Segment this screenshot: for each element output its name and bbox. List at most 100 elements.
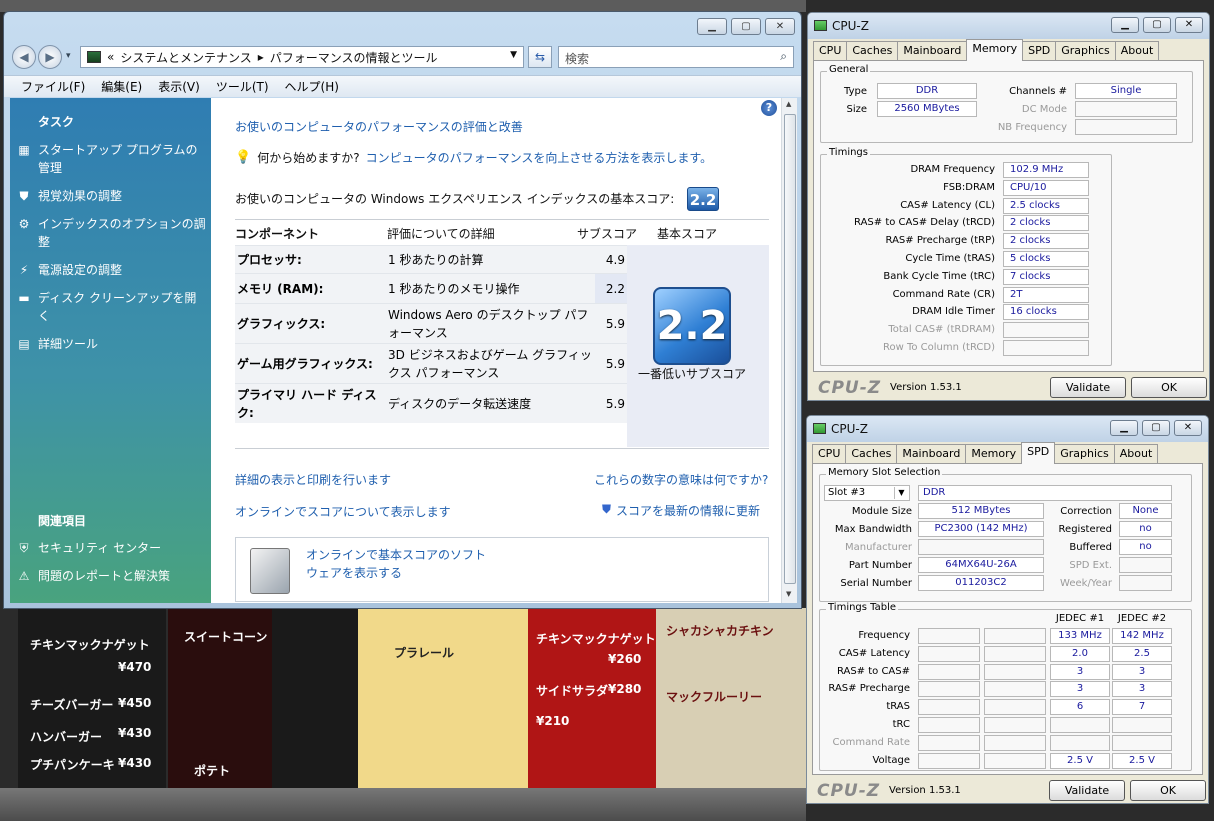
address-dropdown-icon[interactable]: ▼: [510, 50, 517, 60]
tab-spd[interactable]: SPD: [1022, 41, 1057, 61]
history-dropdown-icon[interactable]: ▾: [66, 51, 71, 61]
maximize-button[interactable]: ▢: [1143, 17, 1171, 33]
empty-timing-cell: [918, 663, 980, 680]
tab-memory[interactable]: Memory: [965, 444, 1023, 464]
search-input[interactable]: 検索 ⌕: [558, 46, 794, 68]
validate-button[interactable]: Validate: [1050, 377, 1126, 398]
task-disk-cleanup[interactable]: ▬ ディスク クリーンアップを開く: [16, 289, 206, 325]
menu-edit[interactable]: 編集(E): [101, 78, 142, 95]
menu-panel: チキンマックナゲット チーズバーガー ¥450 ハンバーガー ¥430 プチパン…: [18, 608, 166, 788]
tab-graphics[interactable]: Graphics: [1055, 41, 1116, 61]
refresh-score-link[interactable]: ⛊ スコアを最新の情報に更新: [602, 502, 760, 519]
tab-caches[interactable]: Caches: [845, 444, 898, 464]
search-icon[interactable]: ⌕: [780, 49, 787, 64]
menu-help[interactable]: ヘルプ(H): [285, 78, 339, 95]
meaning-link[interactable]: これらの数字の意味は何ですか?: [594, 471, 768, 488]
menu-file[interactable]: ファイル(F): [21, 78, 85, 95]
window-controls: ▁ ▢ ✕: [1110, 420, 1202, 436]
task-startup-programs[interactable]: ▦ スタートアップ プログラムの管理: [16, 141, 206, 177]
breadcrumb-separator[interactable]: ▸: [258, 50, 264, 64]
tab-cpu[interactable]: CPU: [812, 444, 847, 464]
serial-number-value: 011203C2: [918, 575, 1044, 591]
tab-memory[interactable]: Memory: [966, 39, 1024, 61]
related-problem-reports[interactable]: ⚠ 問題のレポートと解決策: [16, 567, 206, 585]
ok-button[interactable]: OK: [1131, 377, 1207, 398]
software-promo-link[interactable]: オンラインで基本スコアのソフトウェアを表示する: [306, 546, 496, 582]
minimize-button[interactable]: ▁: [697, 18, 727, 35]
back-button[interactable]: ◀: [12, 45, 36, 69]
menu-text: サイドサラダ: [536, 684, 609, 698]
software-promo-box[interactable]: オンラインで基本スコアのソフトウェアを表示する: [235, 537, 769, 602]
ok-button[interactable]: OK: [1130, 780, 1206, 801]
empty-timing-cell: [918, 681, 980, 698]
menu-tools[interactable]: ツール(T): [216, 78, 269, 95]
jedec2-value: 2.5 V: [1112, 752, 1172, 769]
menu-text: マックフルーリー: [666, 690, 763, 704]
rate-improve-link[interactable]: お使いのコンピュータのパフォーマンスの評価と改善: [235, 118, 523, 135]
component-detail: 3D ビジネスおよびゲーム グラフィックス パフォーマンス: [388, 348, 592, 380]
size-value: 2560 MBytes: [877, 101, 977, 117]
tip-link[interactable]: コンピュータのパフォーマンスを向上させる方法を表示します。: [366, 149, 713, 166]
group-title: Timings Table: [826, 602, 899, 613]
minimize-button[interactable]: ▁: [1110, 420, 1138, 436]
menu-text: ポテト: [194, 764, 231, 778]
tab-about[interactable]: About: [1113, 444, 1159, 464]
close-button[interactable]: ✕: [1174, 420, 1202, 436]
group-title: Memory Slot Selection: [826, 467, 943, 478]
component-name: ゲーム用グラフィックス:: [237, 357, 373, 371]
header-detail: 評価についての詳細: [387, 227, 495, 241]
power-icon: ⚡: [19, 263, 29, 277]
scroll-up-icon[interactable]: ▲: [786, 100, 791, 108]
close-button[interactable]: ✕: [765, 18, 795, 35]
task-visual-effects[interactable]: ⛊ 視覚効果の調整: [16, 187, 206, 205]
window-controls: ▁ ▢ ✕: [1111, 17, 1203, 33]
jedec1-value: 3: [1050, 663, 1110, 680]
refresh-score-label: スコアを最新の情報に更新: [616, 504, 761, 518]
slot-select[interactable]: Slot #3 ▼: [824, 485, 910, 501]
validate-button[interactable]: Validate: [1049, 780, 1125, 801]
maximize-button[interactable]: ▢: [731, 18, 761, 35]
address-bar[interactable]: « システムとメンテナンス ▸ パフォーマンスの情報とツール ▼: [80, 46, 524, 68]
tab-about[interactable]: About: [1114, 41, 1160, 61]
startup-icon: ▦: [18, 143, 30, 157]
tab-spd[interactable]: SPD: [1021, 442, 1056, 464]
help-icon[interactable]: ?: [761, 100, 777, 116]
menu-text: ¥450: [118, 696, 152, 710]
menu-text: プラレール: [394, 646, 455, 660]
task-label: 視覚効果の調整: [38, 189, 123, 203]
related-security-center[interactable]: ⛨ セキュリティ センター: [16, 539, 206, 557]
task-power-settings[interactable]: ⚡ 電源設定の調整: [16, 261, 206, 279]
task-advanced-tools[interactable]: ▤ 詳細ツール: [16, 335, 206, 353]
refresh-icon: ⇆: [534, 50, 546, 64]
task-label: 電源設定の調整: [38, 263, 123, 277]
breadcrumb-item[interactable]: パフォーマンスの情報とツール: [270, 49, 438, 66]
menu-text: ¥430: [118, 726, 152, 740]
minimize-button[interactable]: ▁: [1111, 17, 1139, 33]
task-label: インデックスのオプションの調整: [38, 217, 206, 249]
task-index-options[interactable]: ⚙ インデックスのオプションの調整: [16, 215, 206, 251]
cpuz-footer: CPU-Z Version 1.53.1 Validate OK: [808, 374, 1209, 400]
dc-mode-label: DC Mode: [1021, 104, 1067, 115]
online-score-link[interactable]: オンラインでスコアについて表示します: [235, 503, 451, 520]
tab-mainboard[interactable]: Mainboard: [897, 41, 968, 61]
software-box-icon: [250, 548, 290, 594]
close-button[interactable]: ✕: [1175, 17, 1203, 33]
tab-caches[interactable]: Caches: [846, 41, 899, 61]
breadcrumb-root[interactable]: «: [107, 50, 114, 64]
refresh-button[interactable]: ⇆: [528, 46, 552, 68]
print-details-link[interactable]: 詳細の表示と印刷を行います: [235, 471, 391, 488]
vertical-scrollbar[interactable]: ▲ ▼: [781, 98, 797, 603]
timing-value: 5 clocks: [1003, 251, 1089, 267]
chevron-down-icon[interactable]: ▼: [894, 487, 908, 499]
tab-cpu[interactable]: CPU: [813, 41, 848, 61]
breadcrumb-item[interactable]: システムとメンテナンス: [120, 49, 251, 66]
scroll-down-icon[interactable]: ▼: [786, 590, 791, 598]
tab-mainboard[interactable]: Mainboard: [896, 444, 967, 464]
maximize-button[interactable]: ▢: [1142, 420, 1170, 436]
menu-view[interactable]: 表示(V): [158, 78, 200, 95]
scroll-thumb[interactable]: [784, 114, 796, 584]
tab-graphics[interactable]: Graphics: [1054, 444, 1115, 464]
empty-timing-cell: [918, 628, 980, 644]
forward-button[interactable]: ▶: [38, 45, 62, 69]
component-subscore: 5.9: [605, 357, 625, 371]
